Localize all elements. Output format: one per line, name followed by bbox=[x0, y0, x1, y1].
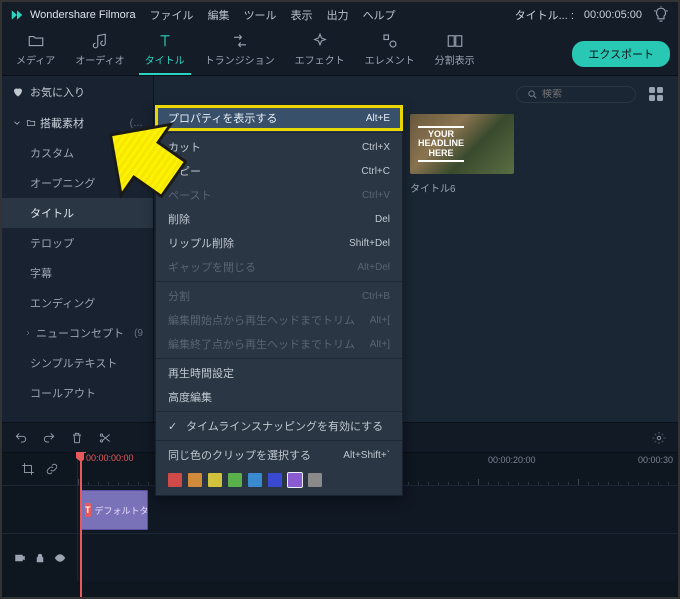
export-button[interactable]: エクスポート bbox=[572, 41, 670, 67]
swatch-green[interactable] bbox=[228, 473, 242, 487]
tab-titles[interactable]: タイトル bbox=[139, 28, 191, 75]
ctx-separator bbox=[156, 281, 402, 282]
eye-icon[interactable] bbox=[54, 552, 66, 564]
app-logo: Wondershare Filmora bbox=[10, 8, 136, 22]
clip-label: デフォルトタ bbox=[95, 504, 149, 517]
sidebar-item-opening[interactable]: オープニング bbox=[2, 168, 153, 198]
timeline-left-controls bbox=[2, 453, 78, 485]
menu-help[interactable]: ヘルプ bbox=[363, 7, 396, 23]
tab-elements[interactable]: エレメント bbox=[359, 28, 421, 75]
ctx-close-gap: ギャップを閉じるAlt+Del bbox=[156, 255, 402, 279]
ctx-separator bbox=[156, 440, 402, 441]
ctx-separator bbox=[156, 132, 402, 133]
text-icon bbox=[156, 32, 174, 50]
ctx-show-properties[interactable]: プロパティを表示するAlt+E bbox=[156, 106, 402, 130]
trash-icon[interactable] bbox=[70, 431, 84, 445]
menubar: Wondershare Filmora ファイル 編集 ツール 表示 出力 ヘル… bbox=[2, 2, 678, 28]
heart-icon bbox=[12, 86, 24, 98]
menu-file[interactable]: ファイル bbox=[150, 7, 194, 23]
sidebar-item-ending[interactable]: エンディング bbox=[2, 288, 153, 318]
grid-view-icon[interactable] bbox=[646, 84, 666, 104]
ctx-separator bbox=[156, 358, 402, 359]
lightbulb-icon[interactable] bbox=[652, 6, 670, 24]
playhead[interactable] bbox=[80, 453, 82, 597]
swatch-red[interactable] bbox=[168, 473, 182, 487]
crop-icon[interactable] bbox=[21, 462, 35, 476]
playhead-time: 00:00:00:00 bbox=[84, 453, 136, 463]
shapes-icon bbox=[381, 32, 399, 50]
check-icon: ✓ bbox=[168, 420, 182, 433]
sparkle-icon bbox=[311, 32, 329, 50]
folder-icon bbox=[27, 32, 45, 50]
sidebar-item-title[interactable]: タイトル bbox=[2, 198, 153, 228]
category-sidebar: お気に入り 搭載素材 (… カスタム オープニング タイトル テロップ 字幕 エ… bbox=[2, 76, 154, 422]
sidebar-item-lowerthird[interactable]: テロップ bbox=[2, 228, 153, 258]
undo-icon[interactable] bbox=[14, 431, 28, 445]
search-input[interactable] bbox=[542, 89, 622, 100]
tab-split-view[interactable]: 分割表示 bbox=[429, 28, 481, 75]
ctx-select-same-color[interactable]: 同じ色のクリップを選択するAlt+Shift+` bbox=[156, 443, 402, 467]
ctx-copy[interactable]: コピーCtrl+C bbox=[156, 159, 402, 183]
track-video bbox=[2, 533, 678, 581]
search-box[interactable] bbox=[516, 86, 636, 103]
tab-effects[interactable]: エフェクト bbox=[289, 28, 351, 75]
ctx-split: 分割Ctrl+B bbox=[156, 284, 402, 308]
title-clip[interactable]: T デフォルトタ bbox=[80, 490, 148, 530]
redo-icon[interactable] bbox=[42, 431, 56, 445]
transition-icon bbox=[231, 32, 249, 50]
sidebar-item-custom[interactable]: カスタム bbox=[2, 138, 153, 168]
lock-icon[interactable] bbox=[34, 552, 46, 564]
tab-media[interactable]: メディア bbox=[10, 28, 61, 75]
tab-transitions[interactable]: トランジション bbox=[199, 28, 281, 75]
swatch-blue[interactable] bbox=[268, 473, 282, 487]
sidebar-item-subtitle[interactable]: 字幕 bbox=[2, 258, 153, 288]
swatch-gray[interactable] bbox=[308, 473, 322, 487]
app-name: Wondershare Filmora bbox=[30, 9, 136, 21]
clip-type-icon: T bbox=[85, 503, 91, 517]
tab-audio[interactable]: オーディオ bbox=[69, 28, 130, 75]
ctx-separator bbox=[156, 411, 402, 412]
sidebar-item-callout[interactable]: コールアウト bbox=[2, 378, 153, 408]
menu-tools[interactable]: ツール bbox=[244, 7, 277, 23]
settings-gear-icon[interactable] bbox=[652, 431, 666, 445]
title-timecode: 00:00:05:00 bbox=[584, 9, 642, 21]
color-swatches bbox=[156, 467, 402, 495]
folder-icon bbox=[26, 118, 36, 128]
chevron-right-icon bbox=[24, 329, 32, 337]
ctx-ripple-delete[interactable]: リップル削除Shift+Del bbox=[156, 231, 402, 255]
swatch-lightblue[interactable] bbox=[248, 473, 262, 487]
ctx-cut[interactable]: カットCtrl+X bbox=[156, 135, 402, 159]
ctx-advanced-edit[interactable]: 高度編集 bbox=[156, 385, 402, 409]
ctx-trim-start: 編集開始点から再生ヘッドまでトリムAlt+[ bbox=[156, 308, 402, 332]
favorites[interactable]: お気に入り bbox=[2, 76, 153, 108]
ctx-paste: ペーストCtrl+V bbox=[156, 183, 402, 207]
swatch-orange[interactable] bbox=[188, 473, 202, 487]
thumb-title6[interactable]: YOURHEADLINEHERE タイトル6 bbox=[410, 114, 514, 195]
media-tabs: メディア オーディオ タイトル トランジション エフェクト エレメント 分割表示… bbox=[2, 28, 678, 76]
category-bundled[interactable]: 搭載素材 (… bbox=[2, 108, 153, 138]
link-icon[interactable] bbox=[45, 462, 59, 476]
sidebar-item-simpletext[interactable]: シンプルテキスト bbox=[2, 348, 153, 378]
thumb-title6-text: YOURHEADLINEHERE bbox=[418, 126, 464, 162]
ctx-delete[interactable]: 削除Del bbox=[156, 207, 402, 231]
music-icon bbox=[91, 32, 109, 50]
context-menu: プロパティを表示するAlt+E カットCtrl+X コピーCtrl+C ペースト… bbox=[155, 105, 403, 496]
title-timecode-label: タイトル... : bbox=[515, 7, 574, 23]
video-track-icon[interactable] bbox=[14, 552, 26, 564]
swatch-purple[interactable] bbox=[288, 473, 302, 487]
swatch-yellow[interactable] bbox=[208, 473, 222, 487]
track-label bbox=[2, 486, 78, 533]
logo-icon bbox=[10, 8, 24, 22]
menu-output[interactable]: 出力 bbox=[327, 7, 349, 23]
sidebar-subcat-newconcept[interactable]: ニューコンセプト (9 bbox=[2, 318, 153, 348]
scissors-icon[interactable] bbox=[98, 431, 112, 445]
chevron-down-icon bbox=[12, 118, 22, 128]
ctx-trim-end: 編集終了点から再生ヘッドまでトリムAlt+] bbox=[156, 332, 402, 356]
ctx-snapping[interactable]: ✓タイムラインスナッピングを有効にする bbox=[156, 414, 402, 438]
menu-view[interactable]: 表示 bbox=[291, 7, 313, 23]
ctx-duration[interactable]: 再生時間設定 bbox=[156, 361, 402, 385]
search-icon bbox=[527, 89, 538, 100]
split-icon bbox=[446, 32, 464, 50]
menu-edit[interactable]: 編集 bbox=[208, 7, 230, 23]
